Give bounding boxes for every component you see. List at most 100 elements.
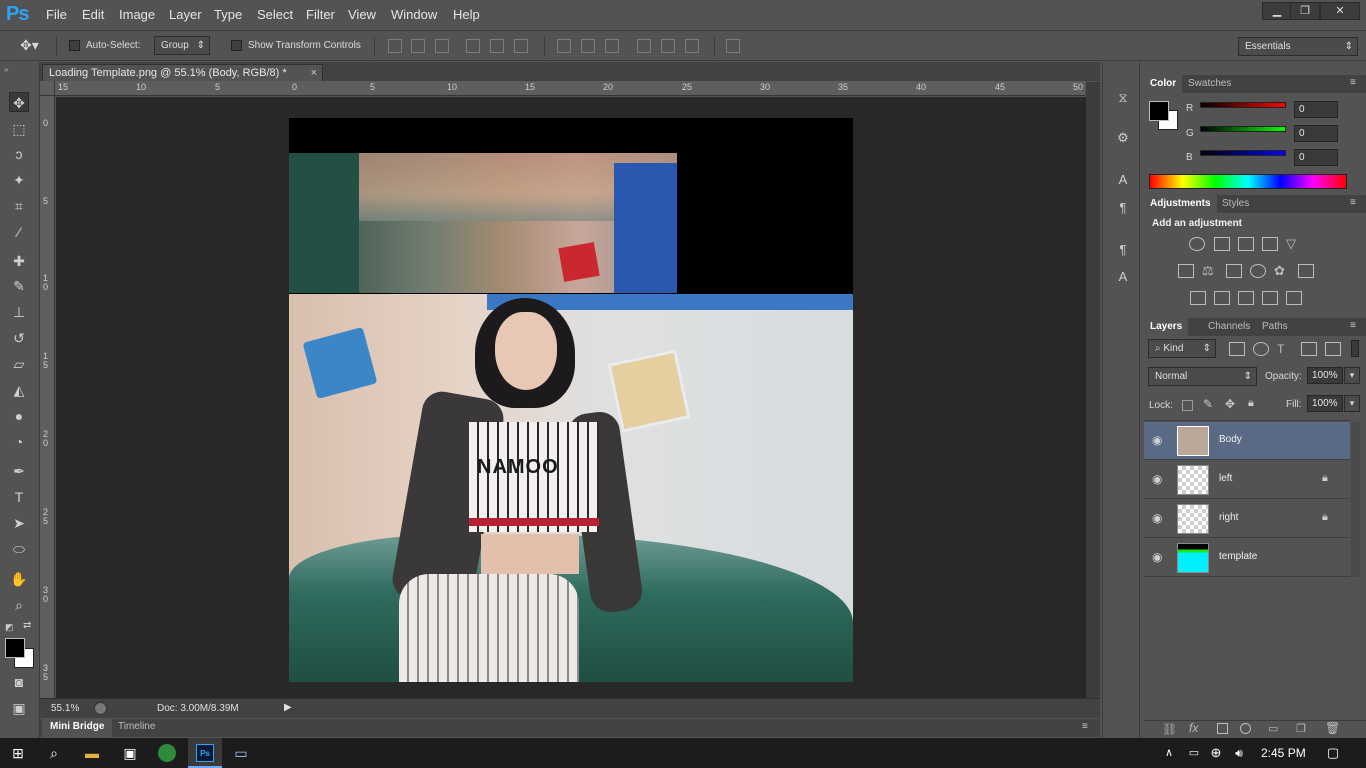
battery-icon[interactable]: ▭: [1185, 744, 1203, 762]
fx-icon[interactable]: fx: [1189, 721, 1198, 735]
green-value-field[interactable]: 0: [1294, 125, 1338, 142]
close-icon[interactable]: ✕: [1320, 2, 1360, 20]
layer-row-template[interactable]: ◉ template: [1144, 539, 1350, 577]
levels-icon[interactable]: [1214, 237, 1230, 251]
foreground-color-swatch[interactable]: [5, 638, 25, 658]
tab-adjustments[interactable]: Adjustments: [1144, 195, 1217, 213]
tab-mini-bridge[interactable]: Mini Bridge: [42, 719, 113, 737]
show-transform-checkbox[interactable]: [231, 40, 242, 51]
fill-field[interactable]: 100%: [1307, 395, 1343, 412]
color-lookup-icon[interactable]: [1298, 264, 1314, 278]
healing-brush-icon[interactable]: ✚: [9, 251, 29, 271]
window-app-icon[interactable]: ▭: [232, 744, 250, 762]
layer-name[interactable]: template: [1219, 551, 1257, 562]
filter-shape-icon[interactable]: [1301, 342, 1317, 356]
channel-mixer-icon[interactable]: ✿: [1274, 264, 1290, 278]
lock-position-icon[interactable]: ✥: [1225, 397, 1235, 411]
curves-icon[interactable]: [1238, 237, 1254, 251]
distribute-left-icon[interactable]: [637, 39, 651, 53]
tab-styles[interactable]: Styles: [1216, 195, 1255, 213]
exposure-icon[interactable]: [1262, 237, 1278, 251]
character-styles-icon[interactable]: A: [1115, 269, 1131, 285]
store-icon[interactable]: ▣: [121, 744, 139, 762]
layer-filter-dropdown[interactable]: ⌕ Kind ⇕: [1148, 339, 1216, 358]
opacity-arrow-icon[interactable]: ▾: [1344, 367, 1360, 384]
layer-name[interactable]: Body: [1219, 434, 1242, 445]
foreground-color-swatch[interactable]: [1149, 101, 1169, 121]
align-top-icon[interactable]: [388, 39, 402, 53]
menu-filter[interactable]: Filter: [306, 7, 335, 22]
screen-mode-icon[interactable]: ▣: [9, 698, 29, 718]
type-tool-icon[interactable]: T: [9, 487, 29, 507]
distribute-right-icon[interactable]: [685, 39, 699, 53]
visibility-eye-icon[interactable]: ◉: [1152, 550, 1162, 564]
color-balance-icon[interactable]: ⚖: [1202, 264, 1218, 278]
properties-icon[interactable]: ⚙: [1115, 130, 1131, 146]
menu-type[interactable]: Type: [214, 7, 242, 22]
default-colors-icon[interactable]: ◩: [5, 622, 14, 633]
brush-tool-icon[interactable]: ✎: [9, 276, 29, 296]
visibility-eye-icon[interactable]: ◉: [1152, 511, 1162, 525]
blur-tool-icon[interactable]: ●: [9, 406, 29, 426]
gradient-map-icon[interactable]: [1286, 291, 1302, 305]
align-vcenter-icon[interactable]: [411, 39, 425, 53]
red-slider[interactable]: [1200, 102, 1286, 108]
tab-swatches[interactable]: Swatches: [1182, 75, 1237, 93]
quick-mask-icon[interactable]: ◙: [9, 672, 29, 692]
lock-all-icon[interactable]: 🔒︎: [1248, 397, 1254, 410]
panel-menu-icon[interactable]: ≡: [1350, 320, 1356, 331]
panel-menu-icon[interactable]: ≡: [1082, 721, 1088, 732]
distribute-top-icon[interactable]: [557, 39, 571, 53]
lock-transparent-icon[interactable]: [1182, 400, 1193, 411]
tab-timeline[interactable]: Timeline: [110, 719, 163, 737]
dodge-tool-icon[interactable]: ◔: [9, 432, 29, 452]
vibrance-icon[interactable]: ▽: [1286, 237, 1302, 251]
workspace-dropdown[interactable]: Essentials ⇕: [1238, 37, 1358, 56]
layer-row-right[interactable]: ◉ right 🔒︎: [1144, 500, 1350, 538]
new-adjustment-icon[interactable]: [1240, 723, 1251, 734]
menu-image[interactable]: Image: [119, 7, 155, 22]
collapse-arrows-icon[interactable]: »: [4, 65, 8, 74]
paragraph-icon[interactable]: ¶: [1115, 200, 1131, 216]
link-layers-icon[interactable]: ⛓: [1162, 722, 1177, 736]
photo-filter-icon[interactable]: [1250, 264, 1266, 278]
ellipse-tool-icon[interactable]: ⬭: [9, 539, 29, 559]
layer-name[interactable]: left: [1219, 473, 1232, 484]
marquee-tool-icon[interactable]: ⬚: [9, 119, 29, 139]
auto-select-checkbox[interactable]: [69, 40, 80, 51]
distribute-bottom-icon[interactable]: [605, 39, 619, 53]
distribute-hcenter-icon[interactable]: [661, 39, 675, 53]
character-icon[interactable]: A: [1115, 172, 1131, 188]
auto-align-icon[interactable]: [726, 39, 740, 53]
visibility-eye-icon[interactable]: ◉: [1152, 472, 1162, 486]
volume-icon[interactable]: 🔊︎: [1230, 744, 1248, 762]
status-info-icon[interactable]: [94, 702, 107, 715]
notifications-icon[interactable]: ▢: [1324, 744, 1342, 762]
blend-mode-dropdown[interactable]: Normal ⇕: [1148, 367, 1257, 386]
pen-tool-icon[interactable]: ✒: [9, 461, 29, 481]
document-canvas[interactable]: NAMOO: [289, 118, 853, 682]
new-group-icon[interactable]: ▭: [1268, 722, 1278, 735]
clone-stamp-icon[interactable]: ⊥: [9, 302, 29, 322]
filter-adjustment-icon[interactable]: [1253, 342, 1269, 356]
clock[interactable]: 2:45 PM: [1261, 746, 1306, 760]
crop-tool-icon[interactable]: ⌗: [9, 196, 29, 216]
ruler-origin[interactable]: [40, 81, 55, 96]
delete-layer-icon[interactable]: 🗑︎: [1325, 721, 1340, 735]
layers-scrollbar[interactable]: [1351, 422, 1360, 577]
align-hcenter-icon[interactable]: [490, 39, 504, 53]
menu-window[interactable]: Window: [391, 7, 437, 22]
lasso-tool-icon[interactable]: ↄ: [9, 144, 29, 164]
black-white-icon[interactable]: [1226, 264, 1242, 278]
green-slider[interactable]: [1200, 126, 1286, 132]
zoom-level[interactable]: 55.1%: [51, 703, 79, 714]
swap-colors-icon[interactable]: ⇄: [23, 620, 31, 631]
move-tool-icon[interactable]: ✥▾: [20, 37, 39, 54]
filter-pixel-icon[interactable]: [1229, 342, 1245, 356]
tab-layers[interactable]: Layers: [1144, 318, 1189, 336]
layer-row-body[interactable]: ◉ Body: [1144, 422, 1350, 460]
filter-smart-object-icon[interactable]: [1325, 342, 1341, 356]
invert-icon[interactable]: [1190, 291, 1206, 305]
brightness-contrast-icon[interactable]: [1189, 237, 1205, 251]
menu-select[interactable]: Select: [257, 7, 293, 22]
